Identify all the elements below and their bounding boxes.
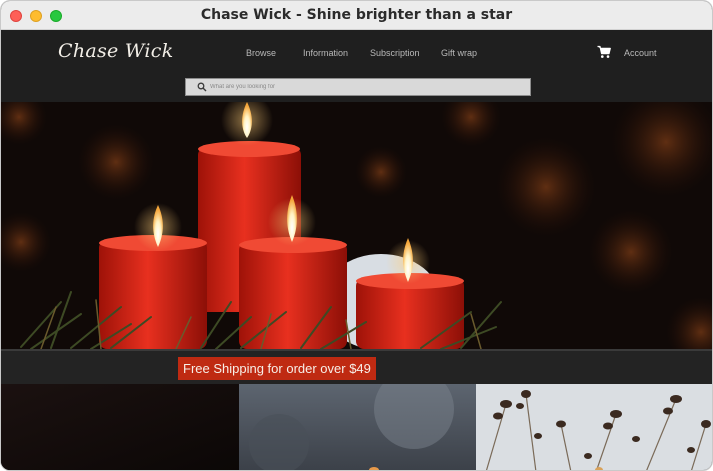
free-shipping-banner[interactable]: Free Shipping for order over $49 bbox=[178, 357, 376, 380]
title-bar: Chase Wick - Shine brighter than a star bbox=[1, 1, 712, 30]
promo-band: Free Shipping for order over $49 bbox=[1, 349, 712, 384]
search-bar[interactable] bbox=[185, 78, 531, 96]
site-header: Chase Wick Browse Information Subscripti… bbox=[1, 30, 712, 102]
search-icon bbox=[197, 82, 207, 92]
category-tile-1[interactable] bbox=[1, 384, 239, 470]
site-logo[interactable]: Chase Wick bbox=[58, 40, 174, 62]
nav-link-subscription[interactable]: Subscription bbox=[370, 48, 420, 58]
hero-banner-image bbox=[1, 102, 712, 349]
cart-icon[interactable] bbox=[597, 45, 611, 59]
category-tile-3[interactable] bbox=[476, 384, 712, 470]
search-input[interactable] bbox=[210, 80, 520, 94]
account-link[interactable]: Account bbox=[624, 48, 657, 58]
window-title: Chase Wick - Shine brighter than a star bbox=[200, 7, 513, 23]
nav-link-gift-wrap[interactable]: Gift wrap bbox=[441, 48, 477, 58]
nav-link-browse[interactable]: Browse bbox=[246, 48, 276, 58]
category-tile-2[interactable] bbox=[239, 384, 476, 470]
browser-window: Chase Wick - Shine brighter than a star … bbox=[0, 0, 713, 471]
nav-link-information[interactable]: Information bbox=[303, 48, 348, 58]
